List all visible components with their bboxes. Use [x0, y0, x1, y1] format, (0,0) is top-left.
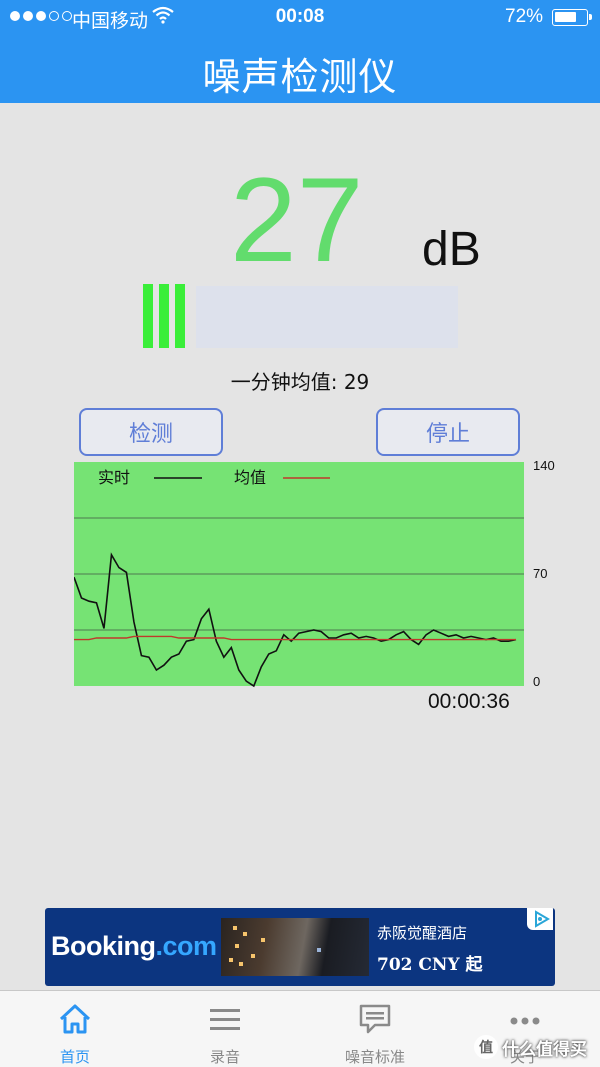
watermark-icon: 值 — [474, 1035, 498, 1059]
db-unit: dB — [422, 223, 481, 276]
ad-banner[interactable]: Booking.com 赤阪觉醒酒店 702 CNY 起 — [45, 908, 555, 986]
list-icon — [207, 1001, 243, 1041]
tab-recordings[interactable]: 录音 — [150, 991, 300, 1067]
detect-button[interactable]: 检测 — [79, 408, 223, 456]
elapsed-time: 00:00:36 — [428, 690, 510, 713]
noise-chart-svg: 140 70 0 实时 均值 — [74, 460, 555, 689]
level-meter-segment — [175, 284, 185, 348]
tab-home[interactable]: 首页 — [0, 991, 150, 1067]
minute-average: 一分钟均值: 29 — [230, 370, 370, 394]
tab-noise-standards[interactable]: 噪音标准 — [300, 991, 450, 1067]
level-meter-segment — [159, 284, 169, 348]
app-header: 中国移动 00:08 72% 噪声检测仪 — [0, 0, 600, 103]
tab-home-label: 首页 — [59, 1048, 90, 1066]
tab-recordings-label: 录音 — [209, 1048, 240, 1066]
chart-y-tick-label: 70 — [533, 566, 547, 581]
stop-button[interactable]: 停止 — [376, 408, 520, 456]
tab-noise-standards-label: 噪音标准 — [344, 1048, 405, 1066]
noise-chart: 140 70 0 实时 均值 — [74, 460, 564, 692]
db-reading: 27 — [230, 153, 364, 287]
chart-y-tick-label: 0 — [533, 674, 540, 689]
ad-brand-name: Booking — [51, 931, 156, 961]
ad-hotel-name: 赤阪觉醒酒店 — [377, 924, 468, 942]
watermark: 值 什么值得买 — [474, 1032, 587, 1062]
ad-brand-logo: Booking.com — [51, 931, 217, 962]
level-meter-segment — [143, 284, 153, 348]
battery-percent: 72% — [505, 6, 544, 27]
home-icon — [57, 1001, 93, 1041]
page-title: 噪声检测仪 — [202, 55, 398, 99]
ad-hotel-photo — [221, 918, 369, 976]
chart-legend-label: 实时 — [98, 468, 130, 487]
level-meter-track — [196, 286, 458, 348]
ad-brand-suffix: .com — [155, 931, 218, 961]
level-meter — [143, 284, 458, 348]
battery-icon — [552, 9, 592, 26]
status-bar: 中国移动 00:08 72% — [0, 0, 600, 34]
chart-y-tick-label: 140 — [533, 460, 555, 473]
ad-price: 702 CNY 起 — [377, 955, 483, 975]
adchoices-icon[interactable] — [527, 908, 553, 930]
chat-bubble-icon — [357, 1001, 393, 1041]
chart-legend-label: 均值 — [234, 468, 266, 487]
watermark-text: 什么值得买 — [502, 1039, 587, 1060]
